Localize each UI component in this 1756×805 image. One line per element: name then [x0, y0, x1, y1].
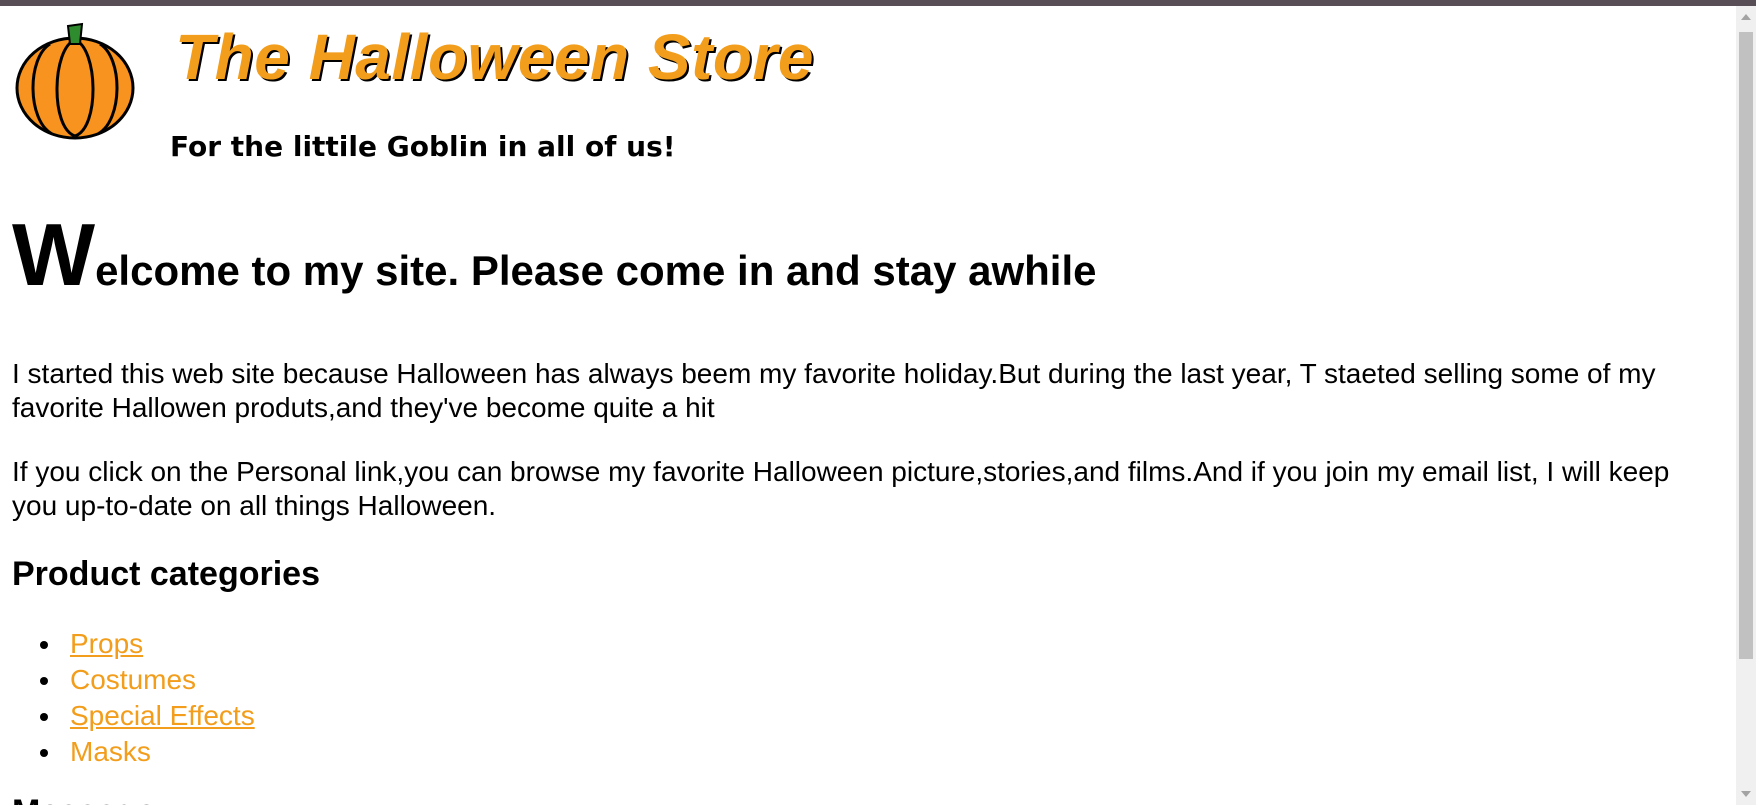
- category-list: Props Costumes Special Effects Masks: [40, 626, 255, 770]
- scroll-up-arrow-icon[interactable]: [1736, 6, 1756, 28]
- scroll-down-arrow-icon[interactable]: [1736, 783, 1756, 805]
- tagline: For the littile Goblin in all of us!: [170, 130, 676, 163]
- scrollbar-thumb[interactable]: [1739, 32, 1753, 659]
- page-content: The Halloween Store For the littile Gobl…: [0, 6, 1736, 805]
- intro-paragraph: I started this web site because Hallowee…: [12, 358, 1656, 423]
- personal-link-paragraph: If you click on the Personal link,you ca…: [12, 456, 1670, 521]
- category-link-special-effects[interactable]: Special Effects: [70, 700, 255, 731]
- category-item-special-effects: Special Effects: [40, 698, 255, 734]
- category-text-costumes: Costumes: [70, 664, 197, 695]
- pumpkin-icon: [15, 22, 135, 140]
- welcome-text: elcome to my site. Please come in and st…: [95, 247, 1097, 294]
- category-link-props[interactable]: Props: [70, 628, 143, 659]
- welcome-heading: Welcome to my site. Please come in and s…: [12, 211, 1096, 299]
- store-title: The Halloween Store: [175, 21, 814, 93]
- welcome-dropcap: W: [12, 205, 96, 304]
- vertical-scrollbar[interactable]: [1736, 6, 1756, 805]
- category-item-masks: Masks: [40, 734, 255, 770]
- category-item-props: Props: [40, 626, 255, 662]
- category-item-costumes: Costumes: [40, 662, 255, 698]
- product-categories-heading: Product categories: [12, 555, 320, 593]
- cutoff-heading: Message: [12, 793, 156, 805]
- category-text-masks: Masks: [70, 736, 151, 767]
